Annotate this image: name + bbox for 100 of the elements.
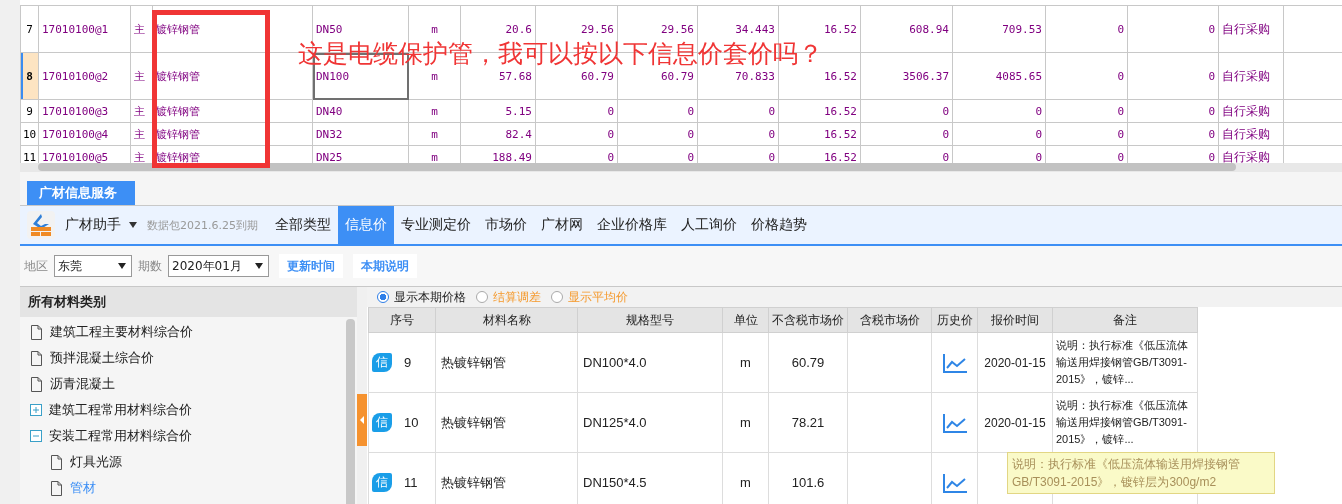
option-label: 结算调差 (493, 288, 541, 306)
category-header: 所有材料类别 (20, 287, 357, 317)
table-cell: 608.94 (860, 5, 953, 53)
package-info: 数据包2021.6.25到期 (147, 217, 258, 233)
table-cell: 17010100@1 (38, 5, 131, 53)
column-header: 规格型号 (577, 307, 723, 333)
table-cell: 82.4 (460, 122, 536, 146)
option-label: 显示本期价格 (394, 288, 466, 306)
vertical-scrollbar[interactable] (346, 319, 355, 504)
expand-icon[interactable] (30, 404, 42, 416)
table-cell: 热镀锌钢管 (435, 332, 578, 393)
category-tab[interactable]: 全部类型 (268, 206, 338, 244)
radio-option[interactable]: 显示本期价格 (377, 288, 466, 306)
category-tab[interactable]: 价格趋势 (744, 206, 814, 244)
document-icon (30, 324, 43, 340)
tree-item[interactable]: 灯具光源 (70, 453, 122, 471)
table-cell: 16.52 (778, 122, 861, 146)
category-tab[interactable]: 人工询价 (674, 206, 744, 244)
column-header: 材料名称 (435, 307, 578, 333)
row-number: 9 (20, 99, 39, 123)
table-cell: 0 (860, 99, 953, 123)
table-cell: DN125*4.0 (577, 392, 723, 453)
radio-button[interactable] (377, 291, 389, 303)
line-chart-icon[interactable] (942, 412, 967, 433)
table-cell: DN40 (312, 99, 409, 123)
table-cell: 16.52 (778, 99, 861, 123)
tree-item[interactable]: 沥青混凝土 (50, 375, 115, 393)
category-tab[interactable]: 专业测定价 (394, 206, 478, 244)
tree-item[interactable]: 预拌混凝土综合价 (50, 349, 154, 367)
table-cell: 0 (617, 122, 698, 146)
source-badge: 信 (372, 413, 392, 432)
filter-label: 期数 (138, 257, 162, 275)
table-cell: 0 (1045, 52, 1128, 100)
document-icon (30, 350, 43, 366)
category-tab[interactable]: 市场价 (478, 206, 534, 244)
column-header: 含税市场价 (847, 307, 932, 333)
table-cell: 自行采购 (1218, 52, 1284, 100)
table-cell: m (408, 122, 461, 146)
logo-icon (27, 211, 55, 239)
table-cell: 0 (697, 99, 779, 123)
source-badge: 信 (372, 353, 392, 372)
horizontal-scrollbar[interactable] (20, 163, 1342, 172)
row-number: 7 (20, 5, 39, 53)
column-header: 历史价 (931, 307, 978, 333)
table-cell: 主 (130, 5, 153, 53)
table-cell: 5.15 (460, 99, 536, 123)
table-cell: 0 (697, 122, 779, 146)
source-badge: 信 (372, 473, 392, 492)
line-chart-icon[interactable] (942, 352, 967, 373)
dropdown[interactable]: 东莞 (54, 255, 132, 277)
tree-item[interactable]: 安装工程常用材料综合价 (49, 427, 192, 445)
table-cell: 0 (1127, 52, 1219, 100)
caret-icon (129, 222, 137, 228)
table-cell: 0 (535, 99, 618, 123)
table-cell: 自行采购 (1218, 99, 1284, 123)
table-cell: 3506.37 (860, 52, 953, 100)
column-header: 序号 (368, 307, 436, 333)
column-header: 单位 (722, 307, 769, 333)
caret-icon (255, 263, 263, 269)
table-cell: 0 (1127, 122, 1219, 146)
table-cell: DN32 (312, 122, 409, 146)
radio-button[interactable] (551, 291, 563, 303)
tooltip: 说明：执行标准《低压流体输送用焊接钢管GB/T3091-2015》，镀锌层为300g/m2 (1007, 452, 1275, 494)
category-tab[interactable]: 企业价格库 (590, 206, 674, 244)
scrollbar-thumb[interactable] (38, 163, 1236, 171)
radio-button[interactable] (476, 291, 488, 303)
table-cell: 4085.65 (952, 52, 1046, 100)
line-chart-icon[interactable] (942, 472, 967, 493)
table-cell: 说明：执行标准《低压流体输送用焊接钢管GB/T3091-2015》，镀锌... (1052, 332, 1198, 393)
table-cell: 0 (1127, 99, 1219, 123)
option-label: 显示平均价 (568, 288, 628, 306)
table-cell: 自行采购 (1218, 122, 1284, 146)
table-cell: 0 (1127, 5, 1219, 53)
column-header: 备注 (1052, 307, 1198, 333)
document-icon (30, 376, 43, 392)
category-tab[interactable]: 广材网 (534, 206, 590, 244)
tree-item[interactable]: 建筑工程常用材料综合价 (49, 401, 192, 419)
table-cell: 0 (860, 122, 953, 146)
column-header: 报价时间 (977, 307, 1053, 333)
row-number: 10 (20, 122, 39, 146)
tree-item[interactable]: 建筑工程主要材料综合价 (50, 323, 193, 341)
table-cell: 0 (1045, 122, 1128, 146)
table-cell: 78.21 (768, 392, 848, 453)
table-cell: DN100*4.0 (577, 332, 723, 393)
table-cell: 17010100@3 (38, 99, 131, 123)
table-cell: 17010100@4 (38, 122, 131, 146)
table-cell: 0 (617, 99, 698, 123)
caret-icon (118, 263, 126, 269)
table-cell: 热镀锌钢管 (435, 392, 578, 453)
collapse-icon[interactable] (30, 430, 42, 442)
table-cell: 自行采购 (1218, 5, 1284, 53)
table-cell: 2020-01-15 (977, 332, 1053, 393)
table-cell: 11 (404, 475, 418, 490)
app-menu[interactable]: 广材助手 (65, 206, 137, 244)
table-cell: m (722, 392, 769, 453)
table-cell: 0 (952, 122, 1046, 146)
dropdown[interactable]: 2020年01月 (168, 255, 269, 277)
document-icon (50, 480, 63, 496)
collapse-handle[interactable] (357, 394, 367, 446)
table-cell: m (722, 332, 769, 393)
